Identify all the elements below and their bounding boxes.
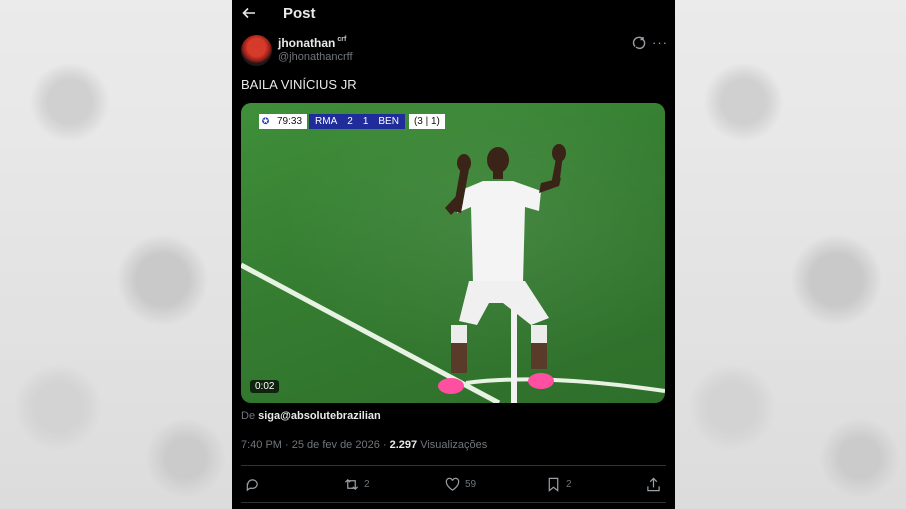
ucl-logo-icon: ✪	[259, 114, 272, 129]
source-prefix: De	[241, 410, 256, 422]
name-badge: crf	[337, 36, 347, 43]
post-time[interactable]: 7:40 PM	[241, 439, 282, 451]
divider	[241, 465, 666, 466]
home-team: RMA	[315, 116, 338, 127]
repost-icon	[344, 478, 359, 491]
match-clock: 79:33	[272, 114, 308, 129]
avatar[interactable]	[241, 35, 272, 66]
page-title: Post	[283, 5, 316, 22]
scoreboard: ✪ 79:33 RMA 2 1 BEN (3 | 1)	[259, 114, 445, 129]
repost-count: 2	[364, 479, 370, 490]
source-attribution: De siga@absolutebrazilian	[241, 410, 381, 422]
grok-icon[interactable]	[632, 36, 646, 50]
background-crowd-right	[674, 0, 906, 509]
back-arrow-icon[interactable]	[242, 6, 256, 20]
views-label: Visualizações	[420, 439, 488, 451]
user-handle[interactable]: @jhonathancrff	[278, 51, 353, 63]
views-count: 2.297	[389, 439, 418, 451]
video-frame	[241, 144, 665, 403]
aggregate-score: (3 | 1)	[408, 114, 445, 129]
like-icon	[445, 477, 460, 491]
like-count: 59	[465, 479, 477, 490]
like-button[interactable]: 59	[445, 477, 476, 492]
source-account[interactable]: siga@absolutebrazilian	[258, 410, 381, 422]
home-score: 2	[347, 116, 353, 127]
bookmark-count: 2	[566, 479, 572, 490]
divider	[241, 502, 666, 503]
display-name-text[interactable]: jhonathan	[278, 36, 335, 50]
post-meta: 7:40 PM · 25 de fev de 2026 · 2.297 Visu…	[241, 439, 488, 451]
scoreline: RMA 2 1 BEN	[309, 114, 405, 129]
post-date[interactable]: 25 de fev de 2026	[292, 439, 380, 451]
bookmark-button[interactable]: 2	[546, 477, 572, 492]
bookmark-icon	[548, 477, 559, 492]
repost-button[interactable]: 2	[344, 477, 370, 492]
away-score: 1	[362, 116, 369, 127]
reply-button[interactable]	[245, 477, 265, 492]
video-player[interactable]: ✪ 79:33 RMA 2 1 BEN (3 | 1) 0:02	[241, 103, 665, 403]
more-icon[interactable]: ···	[652, 35, 668, 50]
background-crowd-left	[0, 0, 232, 509]
post-text: BAILA VINÍCIUS JR	[241, 77, 357, 92]
reply-icon	[246, 479, 258, 492]
top-bar: Post	[232, 0, 675, 30]
share-icon	[647, 477, 660, 492]
video-duration: 0:02	[250, 380, 280, 393]
action-bar: 2 59 2	[232, 477, 675, 495]
away-team: BEN	[378, 116, 399, 127]
display-name[interactable]: jhonathan crf	[278, 36, 346, 50]
post-panel: Post jhonathan crf @jhonathancrff ··· BAI…	[232, 0, 675, 509]
share-button[interactable]	[646, 477, 661, 492]
